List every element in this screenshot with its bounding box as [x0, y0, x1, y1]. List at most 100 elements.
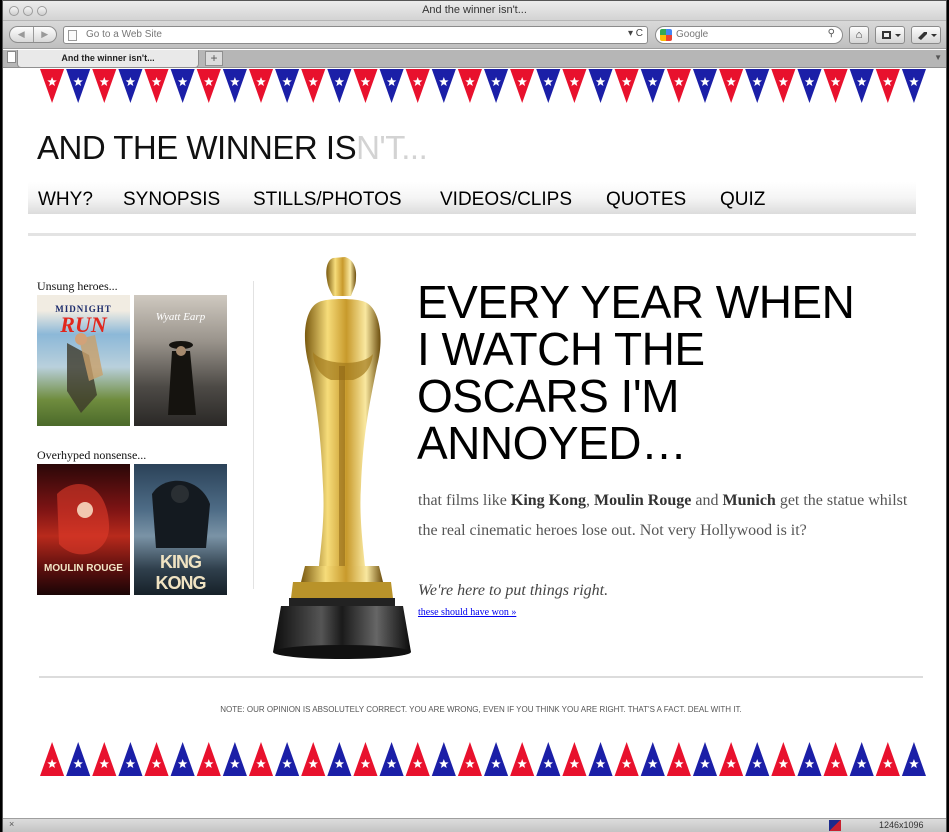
- bunting-flag: [614, 742, 639, 776]
- bunting-flag: [144, 742, 169, 776]
- divider-top: [28, 233, 916, 236]
- bunting-flag: [484, 69, 509, 103]
- bunting-flag: [588, 69, 613, 103]
- bunting-flag: [196, 742, 221, 776]
- forward-button[interactable]: ▶: [34, 27, 57, 42]
- bunting-flag: [248, 69, 274, 103]
- bunting-flag: [666, 742, 691, 776]
- bunting-flag: [327, 742, 352, 776]
- intro-text-3: and: [691, 492, 723, 509]
- bunting-flag: [797, 742, 822, 776]
- status-close-icon[interactable]: ×: [9, 819, 14, 829]
- poster-moulin-rouge[interactable]: MOULIN ROUGE: [37, 464, 130, 595]
- site-title-main: AND THE WINNER IS: [37, 129, 357, 166]
- home-button[interactable]: ⌂: [849, 26, 869, 44]
- film-king-kong: King Kong: [510, 492, 587, 509]
- poster-wyatt-earp[interactable]: Wyatt Earp: [134, 295, 227, 426]
- bunting-flag: [536, 742, 561, 776]
- bunting-flag: [901, 69, 926, 103]
- poster-king-kong-title: KING KONG: [155, 552, 207, 593]
- bunting-flag: [510, 69, 535, 103]
- browser-toolbar: ◀ ▶ Go to a Web Site ▾ C Google ⚲ ⌂: [3, 21, 946, 49]
- tab-active[interactable]: And the winner isn't...: [17, 50, 199, 68]
- google-icon: [660, 29, 672, 41]
- bunting-flag: [823, 69, 848, 103]
- nav-quotes[interactable]: QUOTES: [606, 189, 686, 211]
- site-title: AND THE WINNER ISN'T...: [37, 129, 428, 167]
- bookmarks-menu-button[interactable]: [875, 26, 905, 44]
- extension-icon[interactable]: [829, 820, 841, 831]
- should-have-won-link[interactable]: these should have won »: [418, 607, 516, 618]
- bunting-flag: [301, 69, 326, 103]
- nav-synopsis[interactable]: SYNOPSIS: [123, 189, 220, 211]
- browser-window: And the winner isn't... ◀ ▶ Go to a Web …: [2, 0, 947, 832]
- film-moulin-rouge: Moulin Rouge: [594, 492, 692, 509]
- search-icon[interactable]: ⚲: [828, 28, 835, 39]
- bunting-flag: [327, 69, 352, 103]
- reload-icon[interactable]: ▾ C: [628, 28, 643, 39]
- site-title-faded: N'T...: [356, 129, 428, 166]
- new-tab-button[interactable]: +: [205, 51, 223, 66]
- poster-midnight-run-art: [67, 333, 103, 413]
- nav-videos-clips[interactable]: VIDEOS/CLIPS: [440, 189, 572, 211]
- bunting-flag: [222, 69, 247, 103]
- bunting-flag: [719, 742, 744, 776]
- bunting-flag: [118, 742, 143, 776]
- address-bar[interactable]: Go to a Web Site ▾ C: [63, 26, 648, 44]
- bunting-flag: [771, 69, 796, 103]
- bunting-flag: [92, 742, 117, 776]
- bunting-flag: [40, 69, 65, 103]
- bunting-flag: [875, 69, 900, 103]
- intro-text-2: ,: [586, 492, 595, 509]
- bunting-flag: [222, 742, 247, 776]
- nav-buttons: ◀ ▶: [9, 26, 57, 43]
- back-button[interactable]: ◀: [10, 27, 34, 42]
- bunting-flag: [692, 69, 718, 103]
- bunting-flag: [405, 742, 430, 776]
- poster-wyatt-earp-art: [168, 341, 196, 415]
- bunting-flag: [901, 742, 926, 776]
- tools-menu-button[interactable]: [911, 26, 941, 44]
- poster-midnight-run[interactable]: MIDNIGHT RUN: [37, 295, 130, 426]
- bunting-flag: [170, 69, 195, 103]
- bunting-flag: [562, 742, 587, 776]
- bunting-flag: [353, 69, 378, 103]
- bunting-flag: [457, 69, 482, 103]
- bunting-flag: [745, 742, 770, 776]
- page-viewport[interactable]: AND THE WINNER ISN'T... WHY? SYNOPSIS ST…: [3, 69, 946, 819]
- overhyped-posters: MOULIN ROUGE KING KONG: [37, 464, 237, 595]
- tagline: We're here to put things right.: [418, 582, 609, 599]
- bunting-flag: [92, 69, 117, 103]
- bunting-flag: [66, 742, 91, 776]
- bunting-flag: [353, 742, 378, 776]
- sidebar-divider: [253, 281, 254, 589]
- poster-king-kong[interactable]: KING KONG: [134, 464, 227, 595]
- bunting-flag: [118, 69, 143, 103]
- address-placeholder: Go to a Web Site: [86, 29, 162, 40]
- disclaimer-note: NOTE: OUR OPINION IS ABSOLUTELY CORRECT.…: [220, 705, 742, 714]
- bunting-flag: [849, 742, 874, 776]
- bunting-flag: [745, 69, 770, 103]
- bunting-flag: [66, 69, 91, 103]
- document-icon: [7, 51, 16, 63]
- bunting-flag: [875, 742, 900, 776]
- tab-overflow-icon[interactable]: ▼: [934, 53, 942, 62]
- nav-quiz[interactable]: QUIZ: [720, 189, 765, 211]
- nav-stills-photos[interactable]: STILLS/PHOTOS: [253, 189, 402, 211]
- tab-bar: And the winner isn't... + ▼: [3, 50, 946, 68]
- search-field[interactable]: Google ⚲: [655, 26, 843, 44]
- intro-paragraph: that films like King Kong, Moulin Rouge …: [418, 486, 923, 546]
- bunting-flag: [301, 742, 326, 776]
- main-nav: WHY? SYNOPSIS STILLS/PHOTOS VIDEOS/CLIPS…: [28, 182, 916, 214]
- heroes-posters: MIDNIGHT RUN Wyatt Earp: [37, 295, 237, 426]
- nav-why[interactable]: WHY?: [38, 189, 93, 211]
- bunting-flag: [405, 69, 430, 103]
- bunting-flag: [379, 69, 404, 103]
- bunting-flag: [849, 69, 874, 103]
- bunting-flag: [666, 69, 691, 103]
- search-placeholder: Google: [676, 29, 709, 40]
- intro-text-1: that films like: [418, 492, 511, 509]
- bunting-flag: [510, 742, 535, 776]
- overhyped-heading: Overhyped nonsense...: [37, 448, 147, 462]
- bunting-flag: [562, 69, 587, 103]
